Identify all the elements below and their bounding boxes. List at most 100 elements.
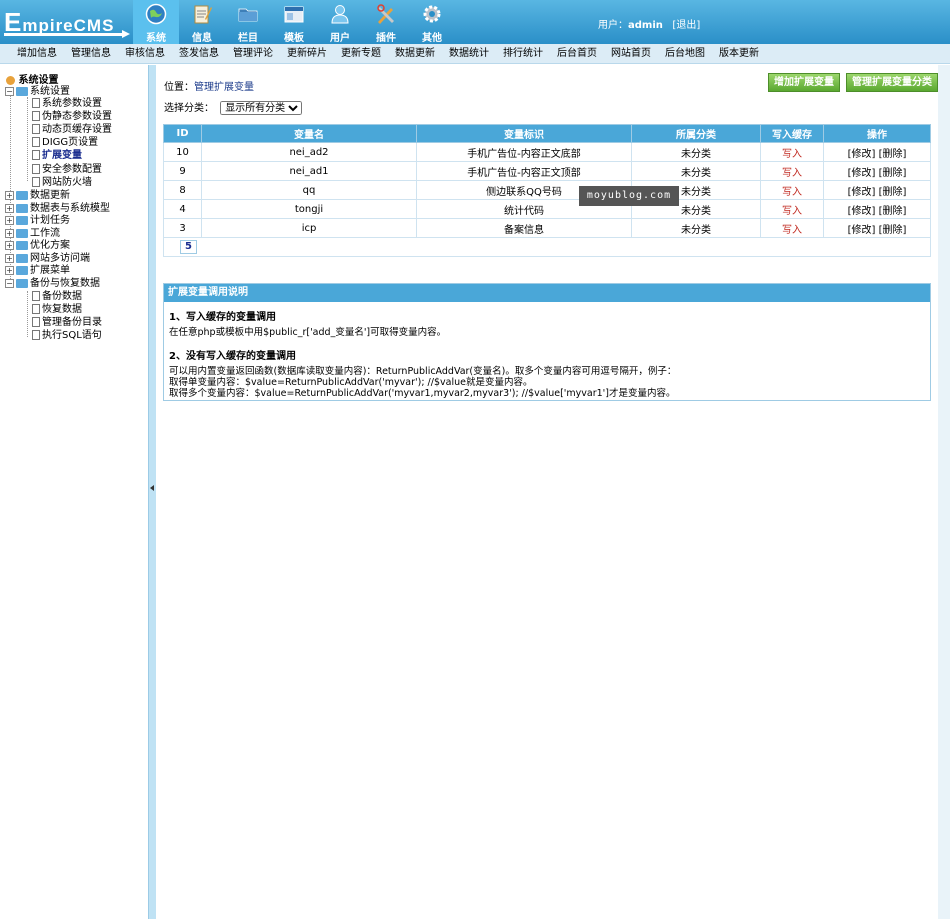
window-icon bbox=[284, 6, 304, 23]
tree-item-system-params[interactable]: 系统参数设置 bbox=[32, 97, 102, 110]
collapse-arrow-icon[interactable] bbox=[150, 485, 154, 491]
write-cache-link[interactable]: 写入 bbox=[760, 180, 824, 200]
collapse-icon[interactable]: − bbox=[5, 86, 14, 96]
quick-menu-bar: 增加信息 管理信息 审核信息 签发信息 管理评论 更新碎片 更新专题 数据更新 … bbox=[0, 44, 950, 64]
menu-sign-info[interactable]: 签发信息 bbox=[179, 44, 219, 63]
tree-group-ext-menu[interactable]: + 扩展菜单 bbox=[5, 264, 70, 277]
col-category: 所属分类 bbox=[631, 124, 761, 143]
tree-item-backup-dirs[interactable]: 管理备份目录 bbox=[32, 316, 102, 329]
category-filter: 选择分类： 显示所有分类 bbox=[164, 99, 303, 115]
menu-add-info[interactable]: 增加信息 bbox=[17, 44, 57, 63]
table-header-row: ID 变量名 变量标识 所属分类 写入缓存 操作 bbox=[163, 124, 931, 143]
notepad-icon bbox=[194, 5, 212, 24]
menu-admin-map[interactable]: 后台地图 bbox=[665, 44, 705, 63]
gear-icon bbox=[423, 5, 441, 23]
add-ext-var-button[interactable]: 增加扩展变量 bbox=[768, 73, 840, 92]
table-row: 4 tongji 统计代码 未分类 写入 [修改] [删除] bbox=[163, 199, 931, 219]
folder-icon bbox=[238, 8, 258, 22]
tree-item-dynamic-cache[interactable]: 动态页缓存设置 bbox=[32, 123, 112, 136]
sidebar-splitter[interactable] bbox=[148, 65, 156, 919]
manage-ext-var-category-button[interactable]: 管理扩展变量分类 bbox=[846, 73, 938, 92]
page-icon bbox=[32, 124, 40, 134]
nav-template[interactable]: 模板 bbox=[271, 0, 317, 44]
nav-plugin[interactable]: 插件 bbox=[363, 0, 409, 44]
menu-rank-stats[interactable]: 排行统计 bbox=[503, 44, 543, 63]
tree-item-digg[interactable]: DIGG页设置 bbox=[32, 136, 98, 149]
menu-review-info[interactable]: 审核信息 bbox=[125, 44, 165, 63]
folder-icon bbox=[16, 86, 28, 96]
menu-data-update[interactable]: 数据更新 bbox=[395, 44, 435, 63]
menu-update-fragments[interactable]: 更新碎片 bbox=[287, 44, 327, 63]
menu-site-home[interactable]: 网站首页 bbox=[611, 44, 651, 63]
pager-total[interactable]: 5 bbox=[180, 240, 197, 254]
write-cache-link[interactable]: 写入 bbox=[760, 218, 824, 238]
tree-line bbox=[27, 97, 28, 181]
pager-row: 5 bbox=[163, 237, 931, 257]
col-id: ID bbox=[163, 124, 202, 143]
expand-icon[interactable]: + bbox=[5, 253, 14, 263]
write-cache-link[interactable]: 写入 bbox=[760, 142, 824, 162]
nav-other[interactable]: 其他 bbox=[409, 0, 455, 44]
nav-info[interactable]: 信息 bbox=[179, 0, 225, 44]
write-cache-link[interactable]: 写入 bbox=[760, 199, 824, 219]
write-cache-link[interactable]: 写入 bbox=[760, 161, 824, 181]
tree-item-restore-data[interactable]: 恢复数据 bbox=[32, 303, 82, 316]
expand-icon[interactable]: + bbox=[5, 190, 14, 200]
tree-item-security[interactable]: 安全参数配置 bbox=[32, 163, 102, 176]
tree-item-backup-data[interactable]: 备份数据 bbox=[32, 290, 82, 303]
expand-icon[interactable]: + bbox=[5, 240, 14, 250]
col-ops: 操作 bbox=[823, 124, 931, 143]
expand-icon[interactable]: + bbox=[5, 203, 14, 213]
user-icon bbox=[331, 5, 349, 24]
edit-delete-links[interactable]: [修改] [删除] bbox=[823, 161, 931, 181]
collapse-icon[interactable]: − bbox=[5, 278, 14, 288]
menu-version-update[interactable]: 版本更新 bbox=[719, 44, 759, 63]
category-select[interactable]: 显示所有分类 bbox=[220, 101, 303, 115]
menu-update-topics[interactable]: 更新专题 bbox=[341, 44, 381, 63]
menu-data-stats[interactable]: 数据统计 bbox=[449, 44, 489, 63]
nav-column[interactable]: 栏目 bbox=[225, 0, 271, 44]
expand-icon[interactable]: + bbox=[5, 265, 14, 275]
help-title: 扩展变量调用说明 bbox=[164, 284, 930, 302]
folder-icon bbox=[16, 215, 28, 225]
tree-group-tasks[interactable]: + 计划任务 bbox=[5, 214, 70, 227]
col-var-label: 变量标识 bbox=[416, 124, 632, 143]
tree-item-exec-sql[interactable]: 执行SQL语句 bbox=[32, 329, 102, 342]
folder-icon bbox=[16, 240, 28, 250]
edit-delete-links[interactable]: [修改] [删除] bbox=[823, 218, 931, 238]
watermark: moyublog.com bbox=[579, 186, 679, 206]
tree-item-pseudo-static[interactable]: 伪静态参数设置 bbox=[32, 110, 112, 123]
logo-arrow bbox=[122, 30, 130, 38]
table-row: 8 qq 侧边联系QQ号码 未分类 写入 [修改] [删除] bbox=[163, 180, 931, 200]
table-row: 10 nei_ad2 手机广告位-内容正文底部 未分类 写入 [修改] [删除] bbox=[163, 142, 931, 162]
nav-system[interactable]: 系统 bbox=[133, 0, 179, 44]
page-icon bbox=[32, 304, 40, 314]
col-var-name: 变量名 bbox=[201, 124, 417, 143]
expand-icon[interactable]: + bbox=[5, 228, 14, 238]
logo-underline bbox=[4, 33, 124, 36]
col-cache: 写入缓存 bbox=[760, 124, 824, 143]
tree-item-ext-vars[interactable]: 扩展变量 bbox=[32, 149, 82, 162]
edit-delete-links[interactable]: [修改] [删除] bbox=[823, 142, 931, 162]
breadcrumb-link[interactable]: 管理扩展变量 bbox=[194, 82, 254, 93]
folder-icon bbox=[16, 278, 28, 288]
edit-delete-links[interactable]: [修改] [删除] bbox=[823, 180, 931, 200]
tree-group-data-update[interactable]: + 数据更新 bbox=[5, 189, 70, 202]
menu-admin-home[interactable]: 后台首页 bbox=[557, 44, 597, 63]
menu-manage-info[interactable]: 管理信息 bbox=[71, 44, 111, 63]
nav-user[interactable]: 用户 bbox=[317, 0, 363, 44]
folder-icon bbox=[16, 190, 28, 200]
page-icon bbox=[32, 330, 40, 340]
tree-group-optimize[interactable]: + 优化方案 bbox=[5, 239, 70, 252]
edit-delete-links[interactable]: [修改] [删除] bbox=[823, 199, 931, 219]
table-row: 3 icp 备案信息 未分类 写入 [修改] [删除] bbox=[163, 218, 931, 238]
folder-icon bbox=[16, 228, 28, 238]
menu-manage-comments[interactable]: 管理评论 bbox=[233, 44, 273, 63]
page-icon bbox=[32, 164, 40, 174]
expand-icon[interactable]: + bbox=[5, 215, 14, 225]
tree-item-firewall[interactable]: 网站防火墙 bbox=[32, 176, 92, 189]
logout-link[interactable]: [退出] bbox=[672, 20, 700, 31]
sidebar-tree: 系统设置 − 系统设置 系统参数设置 伪静态参数设置 动态页缓存设置 DIGG页设… bbox=[0, 65, 148, 919]
tree-group-backup[interactable]: − 备份与恢复数据 bbox=[5, 277, 100, 290]
ext-var-table: ID 变量名 变量标识 所属分类 写入缓存 操作 10 nei_ad2 手机广告位-… bbox=[163, 124, 931, 257]
